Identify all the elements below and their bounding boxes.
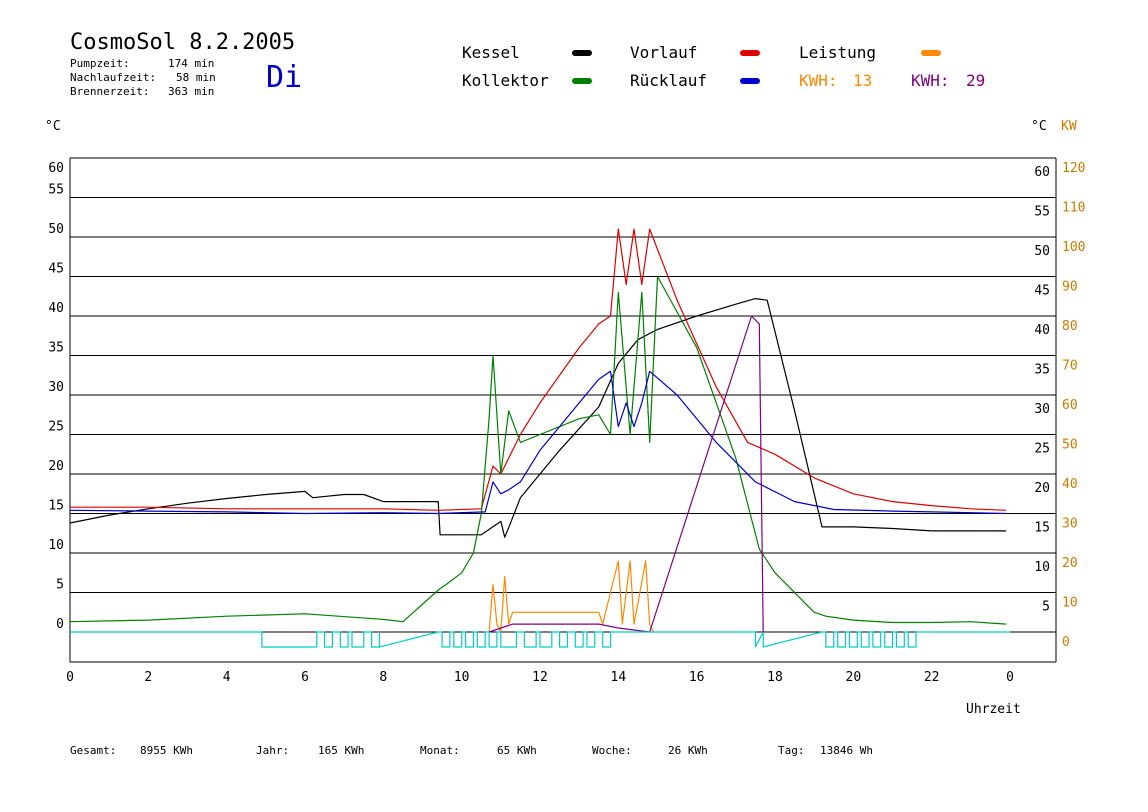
y-tick-label-right: 15 — [1034, 521, 1050, 536]
y-tick-label-left: 0 — [56, 617, 64, 632]
x-tick-label: 10 — [454, 670, 470, 685]
y2-tick-label: 40 — [1062, 477, 1078, 492]
x-tick-label: 12 — [532, 670, 548, 685]
pump-status-trace — [70, 631, 1010, 648]
series-line-kollektor — [69, 275, 1007, 625]
x-tick-label: 20 — [846, 670, 862, 685]
y-tick-label-right: 35 — [1034, 363, 1050, 378]
y-tick-label-left: 15 — [48, 499, 64, 514]
y2-tick-label: 0 — [1062, 635, 1070, 650]
series-line-leistung — [488, 560, 655, 633]
y-tick-label-left: 50 — [48, 222, 64, 237]
y2-tick-label: 10 — [1062, 596, 1078, 611]
x-tick-label: 2 — [144, 670, 152, 685]
y2-tick-label: 90 — [1062, 280, 1078, 295]
footer-total-value: 8955 KWh — [140, 744, 193, 757]
y2-tick-label: 100 — [1062, 240, 1085, 255]
footer-week-label: Woche: — [592, 744, 632, 757]
footer-year-value: 165 KWh — [318, 744, 365, 757]
footer-month-label: Monat: — [420, 744, 460, 757]
y-tick-label-right: 40 — [1034, 323, 1050, 338]
y2-tick-label: 120 — [1062, 161, 1085, 176]
y-tick-label-left: 55 — [48, 183, 64, 198]
y-tick-label-right: 45 — [1034, 284, 1050, 299]
x-tick-label: 14 — [611, 670, 627, 685]
y-tick-label-left: 35 — [48, 341, 64, 356]
y-tick-label-left: 40 — [48, 301, 64, 316]
y2-tick-label: 20 — [1062, 556, 1078, 571]
temperature-chart: 0510152025303540455055605101520253035404… — [48, 157, 1085, 685]
y-tick-label-right: 30 — [1034, 402, 1050, 417]
y2-tick-label: 50 — [1062, 438, 1078, 453]
y-tick-label-right: 25 — [1034, 442, 1050, 457]
y-tick-label-left: 25 — [48, 420, 64, 435]
series-line-vorlauf — [70, 228, 1007, 511]
footer-year-label: Jahr: — [256, 744, 290, 757]
y-tick-label-left: 20 — [48, 459, 64, 474]
series-line-r-cklauf — [69, 370, 1007, 515]
y-tick-label-right: 50 — [1034, 244, 1050, 259]
y-tick-label-left: 5 — [56, 578, 64, 593]
x-tick-label: 16 — [689, 670, 705, 685]
y-tick-label-right: 10 — [1034, 560, 1050, 575]
y2-tick-label: 70 — [1062, 359, 1078, 374]
x-tick-label: 0 — [1006, 670, 1014, 685]
footer-month-value: 65 KWh — [497, 744, 537, 757]
x-tick-label: 0 — [66, 670, 74, 685]
x-tick-label: 8 — [379, 670, 387, 685]
x-tick-label: 18 — [767, 670, 783, 685]
x-tick-label: 6 — [301, 670, 309, 685]
y-tick-label-left: 10 — [48, 538, 64, 553]
x-tick-label: 22 — [924, 670, 940, 685]
y2-tick-label: 60 — [1062, 398, 1078, 413]
y-tick-label-left: 45 — [48, 262, 64, 277]
series-line-kessel — [69, 298, 1007, 538]
y-tick-label-left: 60 — [48, 161, 64, 176]
footer-total-label: Gesamt: — [70, 744, 117, 757]
footer-day-label: Tag: — [778, 744, 805, 757]
y2-tick-label: 110 — [1062, 201, 1085, 216]
y-tick-label-right: 5 — [1042, 600, 1050, 615]
footer-week-value: 26 KWh — [668, 744, 708, 757]
y-tick-label-left: 30 — [48, 380, 64, 395]
footer-day-value: 13846 Wh — [820, 744, 873, 757]
y2-tick-label: 30 — [1062, 517, 1078, 532]
y2-tick-label: 80 — [1062, 319, 1078, 334]
y-tick-label-right: 55 — [1034, 205, 1050, 220]
y-tick-label-right: 60 — [1034, 165, 1050, 180]
x-tick-label: 4 — [223, 670, 231, 685]
y-tick-label-right: 20 — [1034, 481, 1050, 496]
